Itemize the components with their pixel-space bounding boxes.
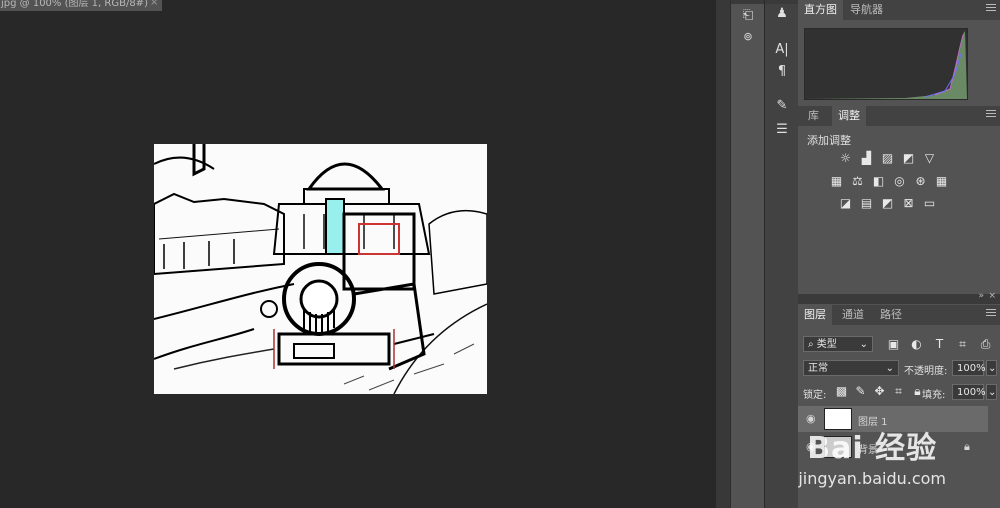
fill-dropdown[interactable]: ⌄ — [986, 384, 997, 400]
panel-gutter — [716, 0, 730, 508]
close-tab-icon[interactable]: × — [150, 0, 158, 8]
kind-filter-value: 类型 — [816, 339, 837, 350]
lock-transparent-icon[interactable]: ▩ — [834, 384, 849, 399]
selective-color-icon[interactable]: ⊠ — [901, 196, 916, 211]
smart-object-filter-icon[interactable]: ⎙ — [978, 337, 993, 352]
watermark-brand: Bai 经验 — [807, 431, 938, 466]
add-adjustment-label: 添加调整 — [807, 134, 851, 147]
histogram-tabbar: 直方图 导航器 — [798, 0, 1000, 20]
lock-artboard-icon[interactable]: ⌗ — [891, 384, 906, 399]
curves-icon[interactable]: ▨ — [880, 151, 895, 166]
lock-label: 锁定: — [803, 390, 827, 401]
blend-mode-select[interactable]: 正常 ⌄ — [803, 360, 899, 376]
gradient-triangle-icon[interactable]: ▽ — [922, 151, 937, 166]
brightness-icon[interactable]: ☼ — [838, 151, 853, 166]
tab-paths[interactable]: 路径 — [874, 305, 908, 325]
chevron-down-icon: ⌄ — [859, 339, 868, 350]
pixel-filter-icon[interactable]: ▣ — [886, 337, 901, 352]
collapse-icon[interactable]: » — [978, 291, 984, 301]
exposure-icon[interactable]: ◩ — [901, 151, 916, 166]
shape-filter-icon[interactable]: ⌗ — [955, 337, 970, 352]
layer-filter-icons: ▣ ◐ T ⌗ ⎙ — [886, 337, 993, 352]
panel-icon-toolbar: ♟ A| ¶ ✎ ☰ — [764, 0, 799, 508]
invert-icon[interactable]: ◪ — [838, 196, 853, 211]
document-artwork[interactable] — [154, 144, 487, 394]
layer-kind-filter[interactable]: ⌕ 类型 ⌄ — [803, 336, 873, 352]
histogram-graph — [804, 28, 968, 100]
adjustments-tabbar: 库 调整 — [798, 106, 1000, 126]
tab-navigator[interactable]: 导航器 — [844, 0, 889, 20]
blend-mode-value: 正常 — [808, 363, 828, 374]
fill-input[interactable]: 100% — [952, 384, 986, 400]
layers-tabbar: 图层 通道 路径 — [798, 305, 1000, 325]
tab-libraries[interactable]: 库 — [802, 106, 825, 126]
baidu-watermark: Bai 经验 jingyan.baidu.com — [798, 423, 946, 488]
history-icon[interactable]: ⎗ — [731, 8, 765, 23]
character-icon[interactable]: A| — [765, 42, 799, 57]
posterize-icon[interactable]: ▤ — [859, 196, 874, 211]
threshold-icon[interactable]: ◩ — [880, 196, 895, 211]
properties-icon[interactable]: ☰ — [765, 122, 799, 137]
fill-label: 填充: — [922, 390, 946, 401]
toolbar-grip[interactable] — [765, 0, 799, 4]
adjustment-icons-row-3: ◪ ▤ ◩ ⊠ ▭ — [838, 196, 937, 211]
opacity-input[interactable]: 100% — [952, 360, 986, 376]
bw-icon[interactable]: ◧ — [871, 174, 886, 189]
opacity-dropdown[interactable]: ⌄ — [986, 360, 997, 376]
gradient-map-icon[interactable]: ▭ — [922, 196, 937, 211]
paragraph-icon[interactable]: ¶ — [765, 64, 799, 79]
histogram-plot — [805, 31, 967, 99]
clone-source-icon[interactable]: ♟ — [765, 6, 799, 21]
lock-icons: ▩ ✎ ✥ ⌗ 🔒︎ — [834, 384, 925, 399]
brush-icon[interactable]: ✎ — [765, 98, 799, 113]
collapsed-panel-bar: ⎗ ⊚ — [730, 0, 765, 508]
photo-filter-icon[interactable]: ◎ — [892, 174, 907, 189]
tab-channels[interactable]: 通道 — [836, 305, 870, 325]
adjustment-filter-icon[interactable]: ◐ — [909, 337, 924, 352]
lock-position-icon[interactable]: ✥ — [872, 384, 887, 399]
tab-adjustments[interactable]: 调整 — [832, 106, 866, 126]
tab-layers[interactable]: 图层 — [798, 305, 832, 325]
document-tab-title: jpg @ 100% (图层 1, RGB/8#) — [1, 0, 148, 9]
close-panel-icon[interactable]: × — [988, 291, 996, 301]
brush-settings-icon[interactable]: ⊚ — [731, 30, 765, 43]
document-tab[interactable]: jpg @ 100% (图层 1, RGB/8#) × — [0, 0, 162, 11]
search-icon: ⌕ — [808, 339, 817, 350]
panel-menu-icon[interactable] — [986, 110, 996, 120]
panel-collapse-strip[interactable]: » × — [798, 291, 1000, 304]
tab-histogram[interactable]: 直方图 — [798, 0, 843, 20]
watermark-url: jingyan.baidu.com — [798, 469, 946, 488]
chevron-down-icon: ⌄ — [885, 363, 894, 374]
bar-grip[interactable] — [731, 0, 765, 4]
lock-image-icon[interactable]: ✎ — [853, 384, 868, 399]
panel-menu-icon[interactable] — [986, 309, 996, 319]
opacity-label: 不透明度: — [904, 366, 948, 377]
panel-menu-icon[interactable] — [986, 4, 996, 14]
adjustment-icons-row-1: ☼ ▟ ▨ ◩ ▽ — [838, 151, 937, 166]
type-filter-icon[interactable]: T — [932, 337, 947, 352]
vibrance-icon[interactable]: ▦ — [829, 174, 844, 189]
balance-icon[interactable]: ⚖ — [850, 174, 865, 189]
adjustment-icons-row-2: ▦ ⚖ ◧ ◎ ⊛ ▦ — [829, 174, 949, 189]
levels-icon[interactable]: ▟ — [859, 151, 874, 166]
channel-mixer-icon[interactable]: ⊛ — [913, 174, 928, 189]
color-lookup-icon[interactable]: ▦ — [934, 174, 949, 189]
lock-icon: 🔒︎ — [964, 440, 970, 453]
